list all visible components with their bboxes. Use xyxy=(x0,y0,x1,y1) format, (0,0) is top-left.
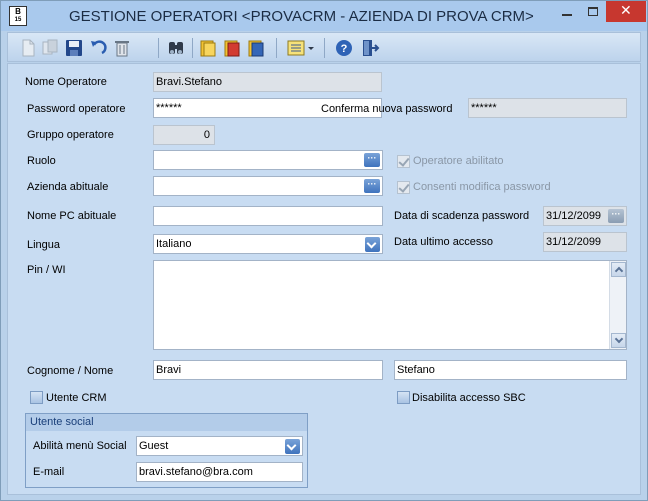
email-field[interactable]: bravi.stefano@bra.com xyxy=(136,462,303,482)
scadenza-password-label: Data di scadenza password xyxy=(394,210,530,222)
conferma-password-label: Conferma nuova password xyxy=(321,103,453,115)
scadenza-password-field[interactable]: 31/12/2099 ··· xyxy=(543,206,627,226)
save-icon[interactable] xyxy=(64,38,84,58)
new-icon[interactable] xyxy=(18,38,38,58)
close-icon: ✕ xyxy=(620,3,632,19)
pin-textarea[interactable] xyxy=(153,260,627,350)
consenti-modifica-checkbox[interactable] xyxy=(397,181,410,194)
azienda-lookup-button[interactable]: ··· xyxy=(364,179,380,193)
disabilita-sbc-label: Disabilita accesso SBC xyxy=(412,392,526,404)
azienda-abituale-field[interactable]: ··· xyxy=(153,176,383,196)
menu-social-dropdown-icon[interactable] xyxy=(285,439,300,454)
book-red-icon[interactable] xyxy=(222,38,242,58)
binoculars-search-icon[interactable] xyxy=(166,38,186,58)
window-title: GESTIONE OPERATORI <PROVACRM - AZIENDA D… xyxy=(69,8,534,25)
disabilita-sbc-checkbox[interactable] xyxy=(397,391,410,404)
utente-social-group: Utente social Abilità menù Social Guest … xyxy=(25,413,308,488)
password-label: Password operatore xyxy=(27,103,126,115)
operator-form: Nome Operatore Bravi.Stefano Password op… xyxy=(7,63,641,495)
gruppo-operatore-label: Gruppo operatore xyxy=(27,129,114,141)
lingua-value: Italiano xyxy=(156,238,192,250)
menu-social-value: Guest xyxy=(139,440,169,452)
toolbar-separator xyxy=(158,38,159,58)
pin-scrollbar[interactable] xyxy=(609,261,626,349)
ruolo-lookup-button[interactable]: ··· xyxy=(364,153,380,167)
conferma-password-field[interactable]: ****** xyxy=(468,98,627,118)
email-label: E-mail xyxy=(33,466,65,478)
operatore-abilitato-label: Operatore abilitato xyxy=(413,155,504,167)
lingua-dropdown-icon[interactable] xyxy=(365,237,380,252)
nome-operatore-field[interactable]: Bravi.Stefano xyxy=(153,72,382,92)
app-logo-icon[interactable]: B 15 xyxy=(9,6,27,26)
azienda-abituale-label: Azienda abituale xyxy=(27,181,109,193)
toolbar-separator xyxy=(192,38,193,58)
scadenza-password-value: 31/12/2099 xyxy=(546,210,602,222)
toolbar: ? xyxy=(7,32,641,62)
nome-pc-field[interactable] xyxy=(153,206,383,226)
minimize-button[interactable] xyxy=(554,1,580,22)
title-bar[interactable]: B 15 GESTIONE OPERATORI <PROVACRM - AZIE… xyxy=(1,1,647,31)
maximize-icon xyxy=(588,7,598,16)
ruolo-field[interactable]: ··· xyxy=(153,150,383,170)
lingua-label: Lingua xyxy=(27,239,61,251)
minimize-icon xyxy=(562,14,572,16)
app-logo-letter: B xyxy=(15,7,21,16)
ultimo-accesso-label: Data ultimo accesso xyxy=(394,236,494,248)
svg-text:?: ? xyxy=(341,43,348,55)
maximize-button[interactable] xyxy=(580,1,606,22)
operatore-abilitato-checkbox[interactable] xyxy=(397,155,410,168)
utente-crm-label: Utente CRM xyxy=(46,392,107,404)
scroll-down-icon[interactable] xyxy=(611,333,626,348)
menu-social-label: Abilità menù Social xyxy=(33,440,127,452)
copy-icon[interactable] xyxy=(40,38,60,58)
cognome-field[interactable]: Bravi xyxy=(153,360,383,380)
cognome-nome-label: Cognome / Nome xyxy=(27,365,114,377)
toolbar-separator xyxy=(324,38,325,58)
ruolo-label: Ruolo xyxy=(27,155,56,167)
gruppo-operatore-field[interactable]: 0 xyxy=(153,125,215,145)
exit-icon[interactable] xyxy=(360,38,380,58)
ultimo-accesso-field[interactable]: 31/12/2099 xyxy=(543,232,627,252)
delete-icon[interactable] xyxy=(112,38,132,58)
close-button[interactable]: ✕ xyxy=(606,1,646,22)
app-logo-number: 15 xyxy=(14,17,22,23)
nome-field[interactable]: Stefano xyxy=(394,360,627,380)
help-icon[interactable]: ? xyxy=(334,38,354,58)
folder-yellow-icon[interactable] xyxy=(198,38,218,58)
menu-social-select[interactable]: Guest xyxy=(136,436,303,456)
list-options-icon[interactable] xyxy=(286,38,316,58)
book-blue-icon[interactable] xyxy=(246,38,266,58)
consenti-modifica-label: Consenti modifica password xyxy=(413,181,551,193)
utente-crm-checkbox[interactable] xyxy=(30,391,43,404)
main-window: B 15 GESTIONE OPERATORI <PROVACRM - AZIE… xyxy=(0,0,648,501)
nome-operatore-label: Nome Operatore xyxy=(25,76,107,88)
utente-social-title: Utente social xyxy=(26,414,307,431)
scroll-up-icon[interactable] xyxy=(611,262,626,277)
scadenza-date-button[interactable]: ··· xyxy=(608,209,624,223)
lingua-select[interactable]: Italiano xyxy=(153,234,383,254)
pin-label: Pin / WI xyxy=(27,264,66,276)
toolbar-separator xyxy=(276,38,277,58)
undo-icon[interactable] xyxy=(88,38,108,58)
nome-pc-label: Nome PC abituale xyxy=(27,210,117,222)
